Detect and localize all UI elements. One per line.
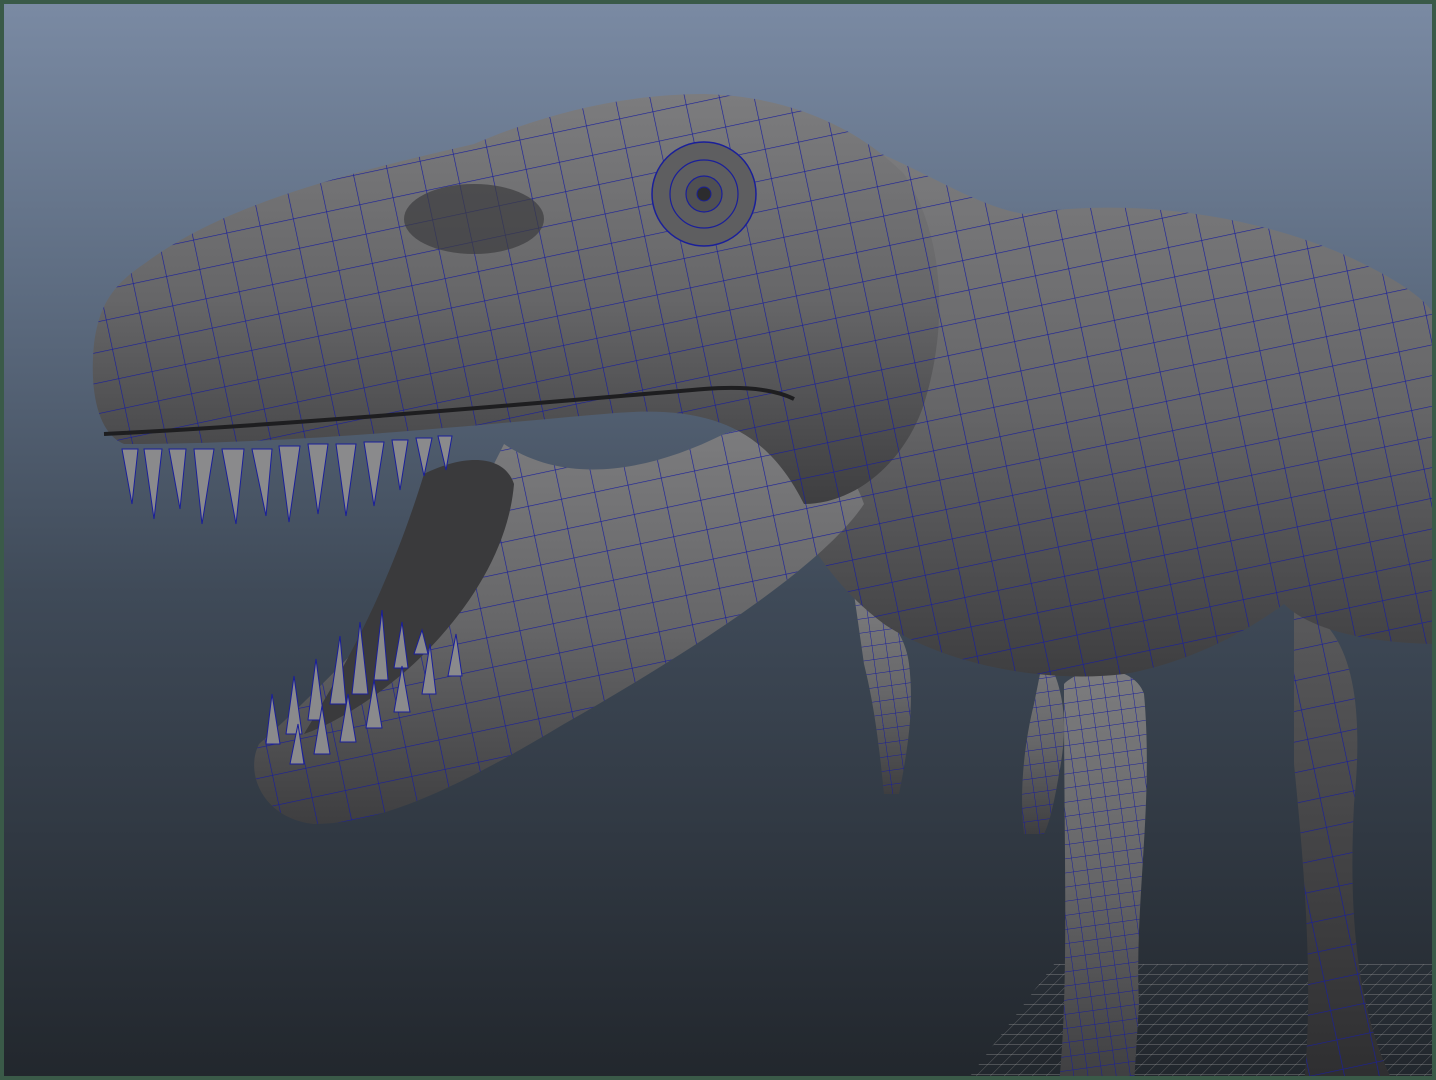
eye — [651, 141, 757, 247]
upper-teeth — [121, 435, 453, 525]
viewport-3d[interactable] — [0, 0, 1436, 1080]
trex-model-icon[interactable] — [92, 94, 1436, 1080]
scene-svg[interactable] — [4, 4, 1436, 1080]
nostril-cavity — [404, 184, 544, 254]
